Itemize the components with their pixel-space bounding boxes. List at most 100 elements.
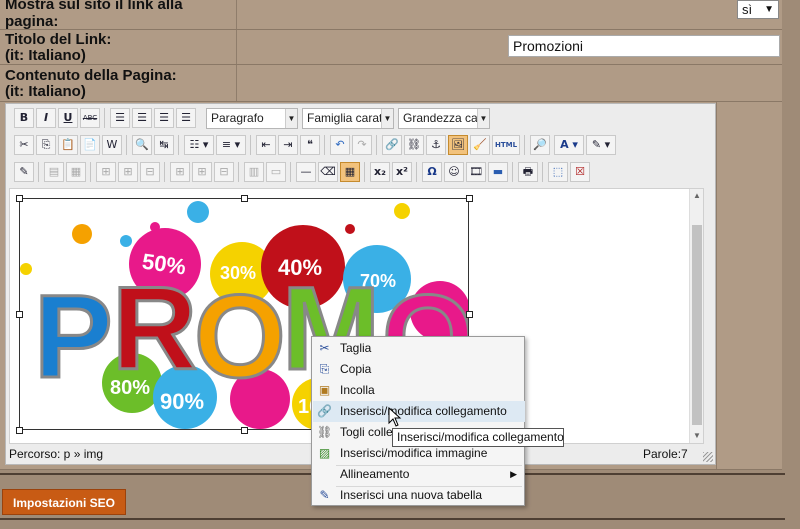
find-icon[interactable]: 🔍 [132,135,152,155]
highlight-color-icon[interactable]: ✎ ▾ [586,135,616,155]
link-icon[interactable]: 🔗 [382,135,402,155]
resize-handle-e[interactable] [466,311,473,318]
edit-css-icon[interactable]: ✎ [14,162,34,182]
scroll-down-icon[interactable]: ▼ [690,429,703,443]
subscript-button[interactable]: x₂ [370,162,390,182]
promo-letter-r: R [112,263,197,395]
print-icon[interactable]: 🖶 [518,162,538,182]
column-divider [236,65,237,101]
merge-cells-icon[interactable]: ▭ [266,162,286,182]
format-select-value: Paragrafo [211,111,264,125]
scroll-up-icon[interactable]: ▲ [690,189,703,203]
superscript-button[interactable]: x² [392,162,412,182]
paste-icon[interactable]: 📋 [58,135,78,155]
insert-row-after-icon[interactable]: ⊞ [118,162,138,182]
chevron-down-icon: ▼ [477,109,489,128]
align-justify-icon[interactable]: ☰ [176,108,196,128]
delete-col-icon[interactable]: ⊟ [214,162,234,182]
link-title-lang: (it: Italiano) [5,47,86,64]
split-cells-icon[interactable]: ▥ [244,162,264,182]
resize-handle-ne[interactable] [466,195,473,202]
menu-item-cut[interactable]: ✂ Taglia [313,338,525,359]
image-icon: ▨ [318,446,331,460]
link-title-input[interactable]: Promozioni [508,35,780,57]
toolbar-separator [164,162,165,182]
text-color-icon[interactable]: A ▾ [554,135,584,155]
cut-icon[interactable]: ✂ [14,135,34,155]
show-link-label: Mostra sul sito il link alla pagina: [5,0,183,30]
anchor-icon[interactable]: ⚓ [426,135,446,155]
toolbar-separator [126,135,127,155]
html-source-button[interactable]: HTML [492,135,520,155]
menu-item-insert-link[interactable]: 🔗 Inserisci/modifica collegamento [313,401,525,422]
bold-button[interactable]: B [14,108,34,128]
editor-resize-grip[interactable] [703,452,713,462]
seo-settings-button[interactable]: Impostazioni SEO [2,489,126,515]
toolbar-separator [542,162,543,182]
strikethrough-button[interactable]: ABC [80,108,100,128]
underline-button[interactable]: U [58,108,78,128]
resize-handle-sw[interactable] [16,427,23,434]
outdent-icon[interactable]: ⇤ [256,135,276,155]
align-center-icon[interactable]: ☰ [132,108,152,128]
font-family-select[interactable]: Famiglia caratt ▼ [302,108,394,129]
insert-col-after-icon[interactable]: ⊞ [192,162,212,182]
paste-text-icon[interactable]: 📄 [80,135,100,155]
nonbreaking-icon[interactable]: ▬ [488,162,508,182]
resize-handle-nw[interactable] [16,195,23,202]
font-size-select-value: Grandezza car [403,111,482,125]
template-icon[interactable]: ☒ [570,162,590,182]
insert-col-before-icon[interactable]: ⊞ [170,162,190,182]
scrollbar-thumb[interactable] [692,225,702,425]
format-select[interactable]: Paragrafo ▼ [206,108,298,129]
media-icon[interactable]: 🎞 [466,162,486,182]
toolbar-separator [90,162,91,182]
toolbar-row-3: ✎ ▤ ▦ ⊞ ⊞ ⊟ ⊞ ⊞ ⊟ ▥ ▭ — ⌫ ▦ x₂ x² Ω ☺ 🎞 … [10,162,710,186]
indent-icon[interactable]: ⇥ [278,135,298,155]
italic-button[interactable]: I [36,108,56,128]
resize-handle-n[interactable] [241,195,248,202]
emoticon-icon[interactable]: ☺ [444,162,464,182]
cleanup-icon[interactable]: 🧹 [470,135,490,155]
horizontal-rule-icon[interactable]: — [296,162,316,182]
tooltip: Inserisci/modifica collegamento [392,428,564,447]
cell-props-icon[interactable]: ▦ [66,162,86,182]
editor-scrollbar[interactable]: ▲ ▼ [689,189,703,443]
toolbar-separator [250,135,251,155]
special-char-button[interactable]: Ω [422,162,442,182]
unlink-icon[interactable]: ⛓ [404,135,424,155]
paste-word-icon[interactable]: W [102,135,122,155]
chevron-down-icon: ▼ [285,109,297,128]
align-left-icon[interactable]: ☰ [110,108,130,128]
element-path[interactable]: Percorso: p » img [9,444,103,464]
show-link-select[interactable]: sì ▼ [737,0,779,19]
insert-row-before-icon[interactable]: ⊞ [96,162,116,182]
copy-icon[interactable]: ⎘ [36,135,56,155]
resize-handle-s[interactable] [241,427,248,434]
bullet-list-icon[interactable]: ☷ ▾ [184,135,214,155]
paste-icon: ▣ [318,383,331,397]
fullscreen-icon[interactable]: ⬚ [548,162,568,182]
menu-item-copy[interactable]: ⎘ Copia [313,359,525,380]
context-menu: ✂ Taglia ⎘ Copia ▣ Incolla 🔗 Inserisci/m… [311,336,525,506]
numbered-list-icon[interactable]: ≡ ▾ [216,135,246,155]
show-link-value: sì [742,2,753,17]
undo-icon[interactable]: ↶ [330,135,350,155]
resize-handle-w[interactable] [16,311,23,318]
menu-item-insert-table[interactable]: ✎ Inserisci una nuova tabella [313,485,525,506]
preview-icon[interactable]: 🔎 [530,135,550,155]
font-size-select[interactable]: Grandezza car ▼ [398,108,490,129]
image-icon[interactable]: 🖼 [448,135,468,155]
menu-item-paste[interactable]: ▣ Incolla [313,380,525,401]
visual-aid-icon[interactable]: ▦ [340,162,360,182]
row-props-icon[interactable]: ▤ [44,162,64,182]
menu-item-alignment[interactable]: Allineamento ▶ [313,464,525,485]
align-right-icon[interactable]: ☰ [154,108,174,128]
table-icon: ✎ [319,488,330,502]
remove-format-icon[interactable]: ⌫ [318,162,338,182]
redo-icon[interactable]: ↷ [352,135,372,155]
replace-icon[interactable]: ↹ [154,135,174,155]
delete-row-icon[interactable]: ⊟ [140,162,160,182]
blockquote-icon[interactable]: ❝ [300,135,320,155]
menu-item-label: Copia [340,362,372,376]
